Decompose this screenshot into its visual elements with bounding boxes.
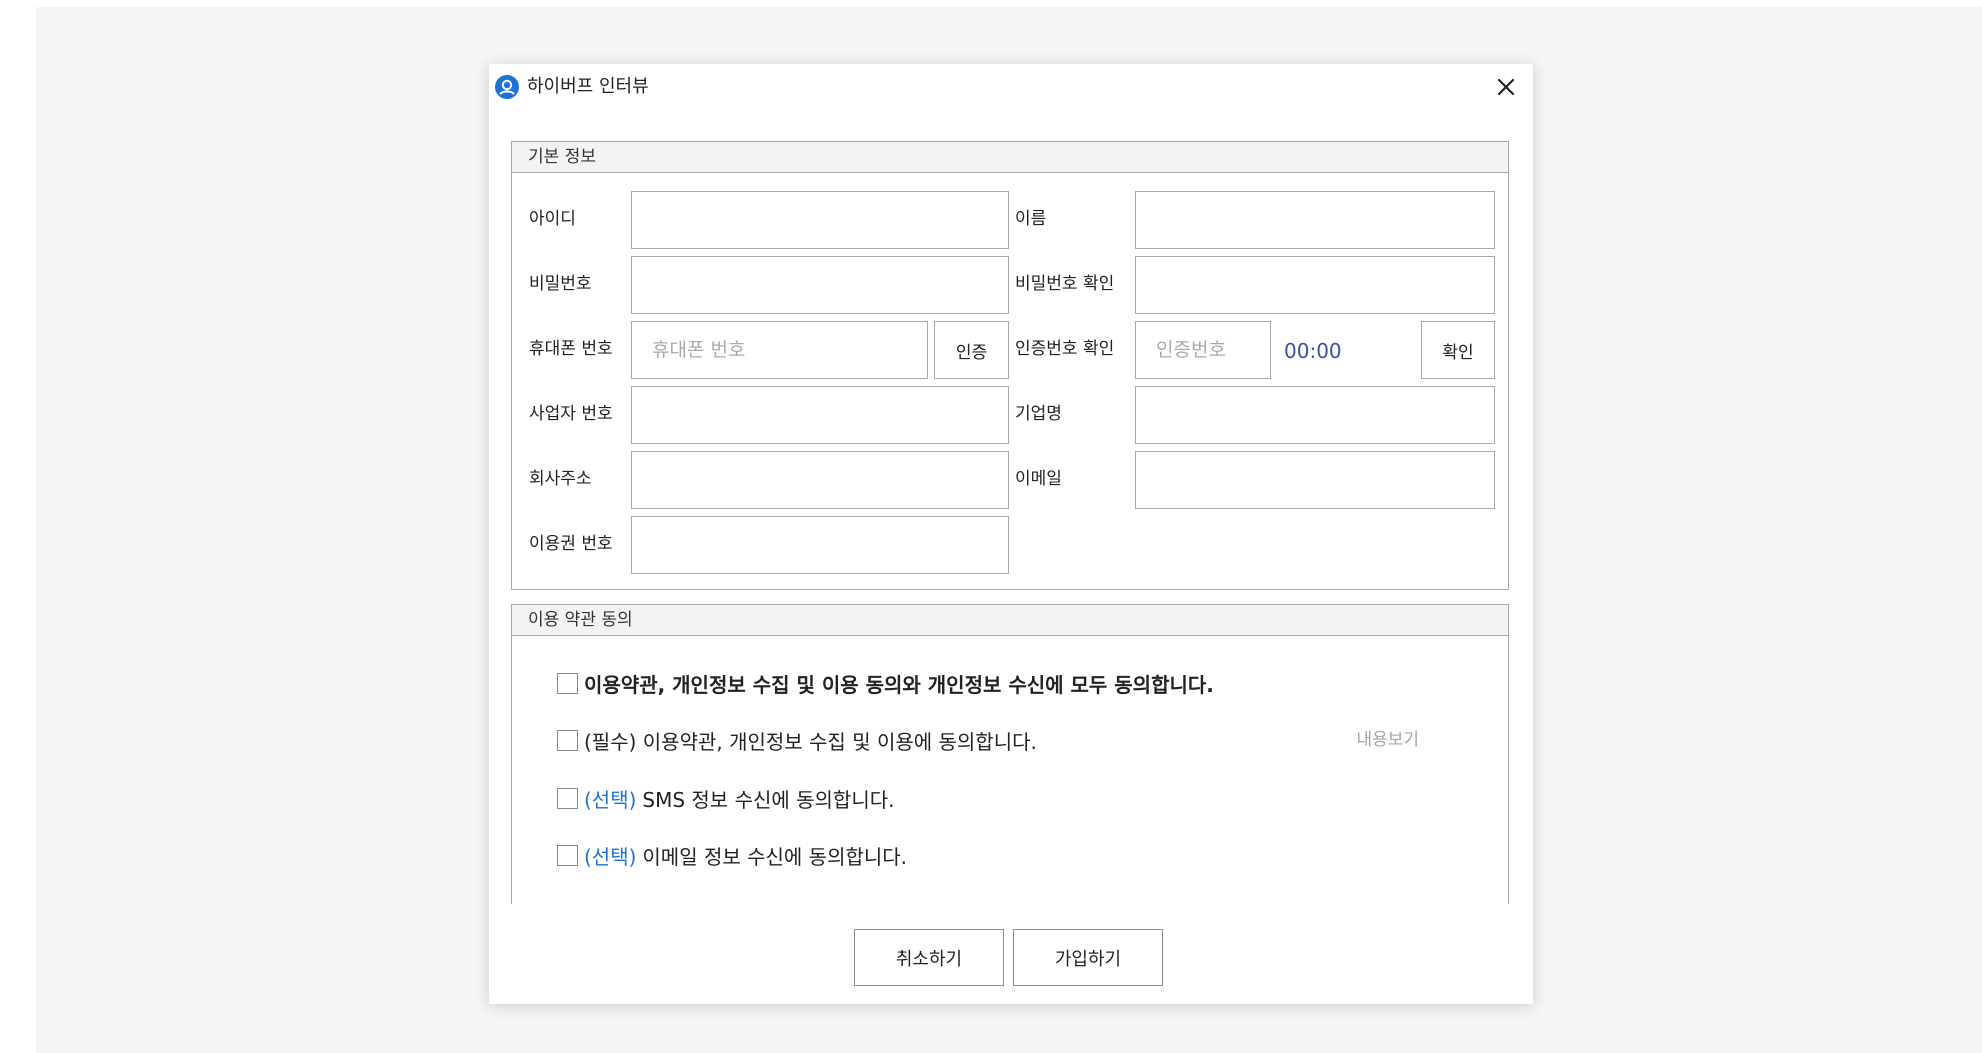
password-confirm-label: 비밀번호 확인 xyxy=(1015,274,1115,294)
email-consent-text: 이메일 정보 수신에 동의합니다. xyxy=(642,844,908,869)
signup-button[interactable]: 가입하기 xyxy=(1013,929,1163,986)
required-terms-text: (필수) 이용약관, 개인정보 수집 및 이용에 동의합니다. xyxy=(584,729,1037,754)
close-button[interactable] xyxy=(1489,70,1523,104)
company-name-label: 기업명 xyxy=(1015,404,1062,424)
sms-consent-text: SMS 정보 수신에 동의합니다. xyxy=(642,787,895,812)
phone-field[interactable] xyxy=(631,321,928,379)
cancel-button[interactable]: 취소하기 xyxy=(854,929,1004,986)
name-field[interactable] xyxy=(1135,191,1495,249)
verify-button[interactable]: 인증 xyxy=(934,321,1009,379)
required-terms-checkbox[interactable] xyxy=(557,729,578,751)
timer-text: 00:00 xyxy=(1284,339,1342,363)
email-optional-tag: (선택) xyxy=(584,844,637,869)
terms-header: 이용 약관 동의 xyxy=(512,605,1508,636)
email-consent-checkbox[interactable] xyxy=(557,844,578,866)
basic-info-header: 기본 정보 xyxy=(512,142,1508,173)
user-circle-icon xyxy=(495,75,519,99)
id-field[interactable] xyxy=(631,191,1009,249)
id-label: 아이디 xyxy=(529,209,576,229)
close-icon xyxy=(1497,78,1515,96)
voucher-number-label: 이용권 번호 xyxy=(529,534,613,554)
confirm-button[interactable]: 확인 xyxy=(1421,321,1495,379)
email-field[interactable] xyxy=(1135,451,1495,509)
view-content-link[interactable]: 내용보기 xyxy=(1356,727,1419,753)
business-number-field[interactable] xyxy=(631,386,1009,444)
agree-all-checkbox[interactable] xyxy=(557,672,578,694)
required-terms-row: (필수) 이용약관, 개인정보 수집 및 이용에 동의합니다. 내용보기 xyxy=(557,727,1465,754)
sms-optional-tag: (선택) xyxy=(584,787,637,812)
password-field[interactable] xyxy=(631,256,1009,314)
password-confirm-field[interactable] xyxy=(1135,256,1495,314)
title-bar: 하이버프 인터뷰 xyxy=(489,64,1533,110)
company-address-label: 회사주소 xyxy=(529,469,592,489)
company-name-field[interactable] xyxy=(1135,386,1495,444)
window-title: 하이버프 인터뷰 xyxy=(527,76,649,97)
name-label: 이름 xyxy=(1015,209,1047,229)
agree-all-row: 이용약관, 개인정보 수집 및 이용 동의와 개인정보 수신에 모두 동의합니다… xyxy=(557,670,1214,697)
signup-dialog: 하이버프 인터뷰 기본 정보 아이디 비밀번호 휴대폰 번호 사업자 번호 회사… xyxy=(489,64,1533,1004)
business-number-label: 사업자 번호 xyxy=(529,404,613,424)
agree-all-text: 이용약관, 개인정보 수집 및 이용 동의와 개인정보 수신에 모두 동의합니다… xyxy=(584,672,1214,697)
email-consent-row: (선택) 이메일 정보 수신에 동의합니다. xyxy=(557,842,908,869)
sms-consent-checkbox[interactable] xyxy=(557,787,578,809)
voucher-number-field[interactable] xyxy=(631,516,1009,574)
code-label: 인증번호 확인 xyxy=(1015,339,1115,359)
email-label: 이메일 xyxy=(1015,469,1062,489)
sms-consent-row: (선택) SMS 정보 수신에 동의합니다. xyxy=(557,785,895,812)
terms-section: 이용 약관 동의 이용약관, 개인정보 수집 및 이용 동의와 개인정보 수신에… xyxy=(511,604,1509,904)
code-field[interactable] xyxy=(1135,321,1271,379)
company-address-field[interactable] xyxy=(631,451,1009,509)
password-label: 비밀번호 xyxy=(529,274,592,294)
basic-info-section: 기본 정보 아이디 비밀번호 휴대폰 번호 사업자 번호 회사주소 이용권 번호… xyxy=(511,141,1509,590)
phone-label: 휴대폰 번호 xyxy=(529,339,613,359)
